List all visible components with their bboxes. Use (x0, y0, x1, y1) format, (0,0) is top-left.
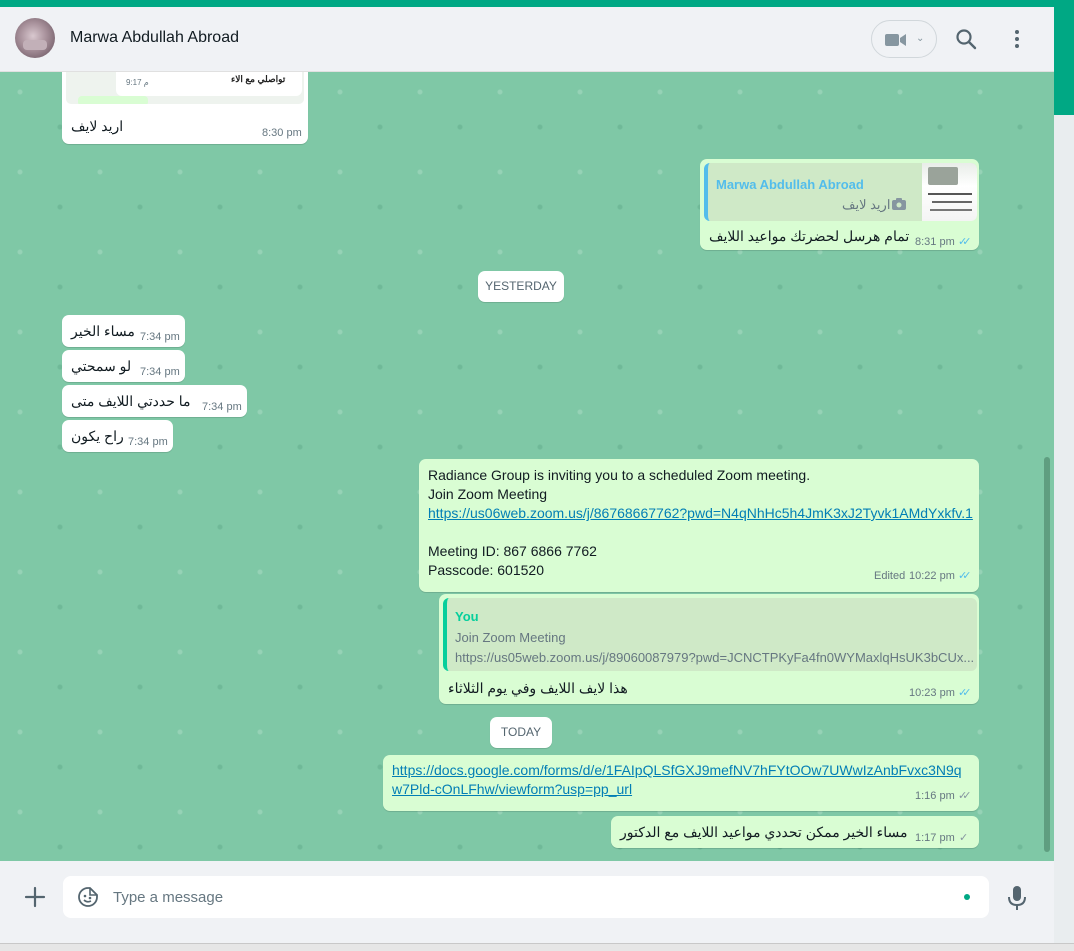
status-dot-icon (964, 894, 970, 900)
message-time: 7:34 pm (140, 366, 180, 378)
sent-receipt-icon: ✓ (959, 832, 968, 844)
delivered-receipt-icon: ✓✓ (958, 790, 972, 802)
quote-image-thumbnail (922, 163, 977, 221)
quote-author: You (455, 609, 479, 624)
outgoing-message[interactable]: You Join Zoom Meeting https://us05web.zo… (439, 594, 979, 704)
outgoing-message[interactable]: Radiance Group is inviting you to a sche… (419, 459, 979, 592)
outgoing-message[interactable]: Marwa Abdullah Abroad اريد لايف تمام هرس… (700, 159, 979, 250)
message-time: 7:34 pm (128, 436, 168, 448)
thumbnail-detail (928, 193, 972, 195)
message-time: 8:31 pm (915, 236, 955, 248)
window-bottom-edge (0, 943, 1074, 951)
image-preview-text: تواصلي مع الاء (231, 74, 286, 84)
plus-icon[interactable] (24, 886, 46, 908)
message-line: Radiance Group is inviting you to a sche… (428, 467, 811, 483)
thumbnail-detail (928, 167, 958, 185)
incoming-message[interactable]: راح يكون 7:34 pm (62, 420, 173, 452)
message-input-container[interactable] (63, 876, 989, 918)
message-time: 10:23 pm (909, 687, 955, 699)
date-separator: TODAY (490, 717, 552, 748)
message-time: 7:34 pm (140, 331, 180, 343)
microphone-icon[interactable] (1006, 885, 1028, 911)
quoted-image-preview: تواصلي مع الاء 9:17 م (66, 72, 304, 104)
outgoing-message[interactable]: مساء الخير ممكن تحددي مواعيد اللايف مع ا… (611, 816, 979, 848)
thumbnail-detail (932, 201, 972, 203)
quoted-message[interactable]: Marwa Abdullah Abroad اريد لايف (704, 163, 977, 221)
message-list[interactable]: تواصلي مع الاء 9:17 م اريد لايف 8:30 pm … (0, 72, 1054, 861)
message-time: 1:17 pm (915, 832, 955, 844)
message-text: اريد لايف (71, 118, 124, 134)
message-text: ما حددتي اللايف متى (71, 393, 191, 409)
message-line: Passcode: 601520 (428, 562, 544, 578)
google-form-link-cont[interactable]: w7Pld-cOnLFhw/viewform?usp=pp_url (392, 781, 632, 797)
read-receipt-icon: ✓✓ (958, 236, 972, 248)
read-receipt-icon: ✓✓ (958, 687, 972, 699)
quote-line: https://us05web.zoom.us/j/89060087979?pw… (455, 650, 975, 665)
quote-author: Marwa Abdullah Abroad (716, 177, 864, 192)
message-line: Meeting ID: 867 6866 7762 (428, 543, 597, 559)
message-time: 10:22 pm (909, 570, 955, 582)
incoming-message[interactable]: ما حددتي اللايف متى 7:34 pm (62, 385, 247, 417)
message-time: 8:30 pm (262, 127, 302, 139)
message-text: مساء الخير ممكن تحددي مواعيد اللايف مع ا… (620, 824, 908, 840)
window-edge-accent (1054, 7, 1074, 115)
image-preview-time: 9:17 م (126, 78, 149, 87)
message-text: لو سمحتي (71, 358, 132, 374)
message-text: راح يكون (71, 428, 124, 444)
camera-icon (892, 198, 906, 210)
contact-avatar[interactable] (15, 18, 55, 58)
message-line: Join Zoom Meeting (428, 486, 548, 502)
quote-line: Join Zoom Meeting (455, 630, 566, 645)
zoom-meeting-link[interactable]: https://us06web.zoom.us/j/86768667762?pw… (428, 505, 973, 521)
chat-window: Marwa Abdullah Abroad ⌄ تواصلي مع الاء 9… (0, 7, 1054, 943)
message-text: تمام هرسل لحضرتك مواعيد اللايف (709, 228, 910, 244)
message-text: هذا لايف اللايف وفي يوم الثلاثاء (448, 680, 628, 696)
window-edge-panel (1054, 115, 1074, 951)
contact-name[interactable]: Marwa Abdullah Abroad (70, 29, 239, 47)
sticker-smiley-icon[interactable] (77, 886, 99, 908)
outgoing-message[interactable]: https://docs.google.com/forms/d/e/1FAIpQ… (383, 755, 979, 811)
chat-header: Marwa Abdullah Abroad ⌄ (0, 7, 1054, 72)
app-top-accent-bar (0, 0, 1074, 7)
message-text: مساء الخير (71, 323, 135, 339)
message-time: 1:16 pm (915, 790, 955, 802)
message-input[interactable] (113, 876, 953, 918)
incoming-message[interactable]: لو سمحتي 7:34 pm (62, 350, 185, 382)
quoted-message[interactable]: You Join Zoom Meeting https://us05web.zo… (443, 598, 977, 671)
thumbnail-detail (930, 209, 972, 211)
incoming-message[interactable]: مساء الخير 7:34 pm (62, 315, 185, 347)
video-camera-icon (885, 34, 906, 46)
edited-label: Edited (874, 570, 906, 582)
kebab-menu-icon[interactable] (1007, 28, 1027, 50)
video-call-button[interactable]: ⌄ (871, 20, 937, 58)
composer-bar (0, 861, 1054, 943)
image-preview-green (78, 96, 148, 104)
chat-scrollbar[interactable] (1044, 457, 1050, 852)
quote-text: اريد لايف (842, 197, 891, 212)
incoming-message[interactable]: تواصلي مع الاء 9:17 م اريد لايف 8:30 pm (62, 72, 308, 144)
chevron-down-icon: ⌄ (916, 33, 925, 44)
message-time: 7:34 pm (202, 401, 242, 413)
google-form-link[interactable]: https://docs.google.com/forms/d/e/1FAIpQ… (392, 762, 962, 778)
read-receipt-icon: ✓✓ (958, 570, 972, 582)
date-separator: YESTERDAY (478, 271, 564, 302)
search-icon[interactable] (955, 28, 977, 50)
